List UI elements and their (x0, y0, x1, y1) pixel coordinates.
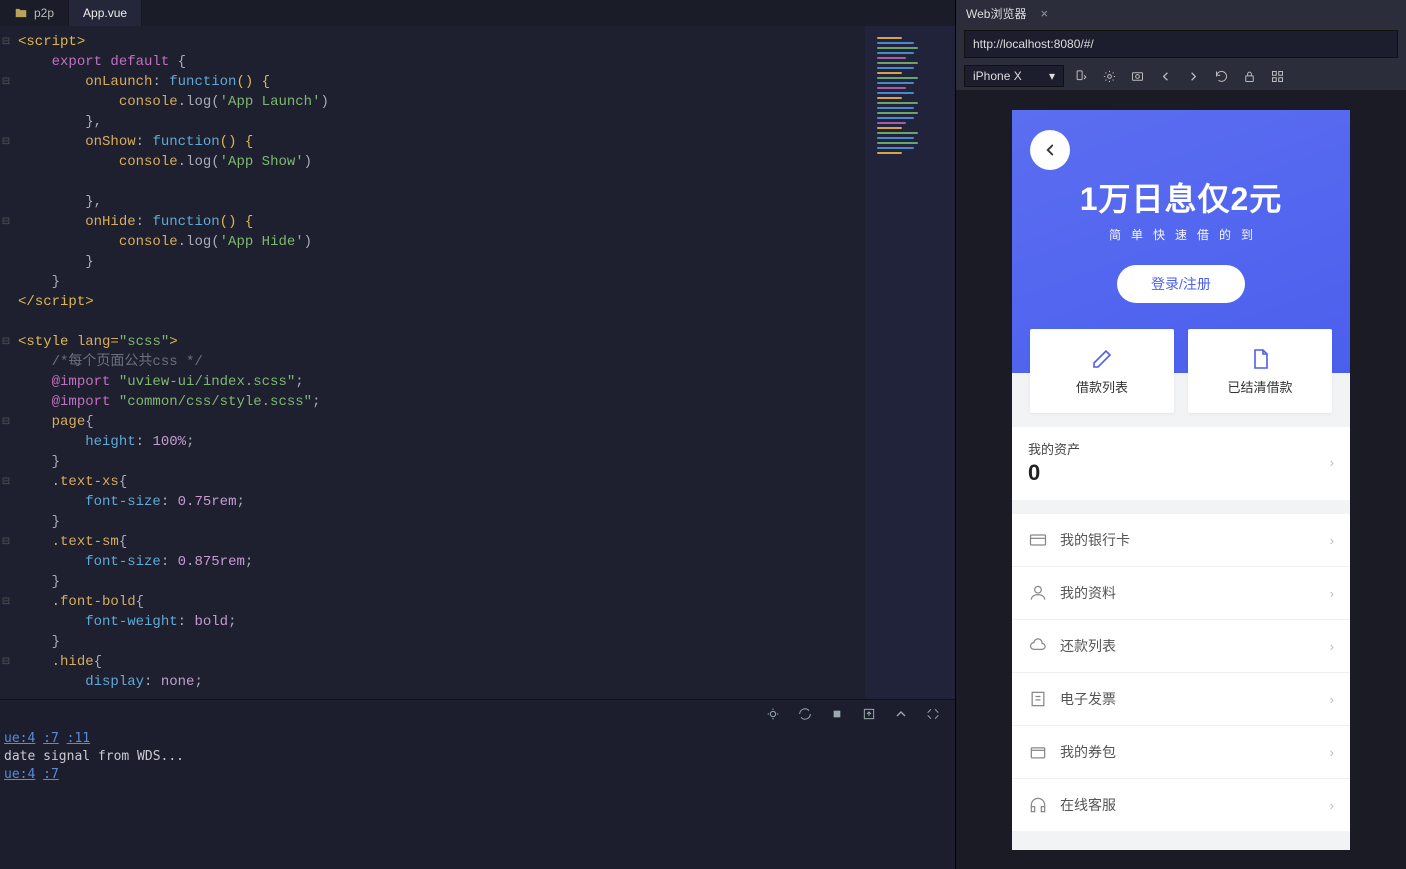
preview-area: 1万日息仅2元 简单快速借的到 登录/注册 借款列表 已结清借款 我的资产 0 (956, 90, 1406, 869)
terminal-panel: ue:4 :7 :11 date signal from WDS... ue:4… (0, 699, 955, 869)
fold-gutter: ⊟⊟ ⊟ ⊟ ⊟ ⊟ ⊟ ⊟ ⊟ ⊟ (0, 26, 18, 699)
menu-list: 我的银行卡 › 我的资料 › 还款列表 › 电子发票 › 我的券包 › (1012, 514, 1350, 831)
user-icon (1028, 583, 1048, 603)
term-reload-icon[interactable] (797, 706, 813, 722)
back-button[interactable] (1030, 130, 1070, 170)
receipt-icon (1028, 689, 1048, 709)
chevron-right-icon: › (1330, 586, 1334, 601)
hero-subtitle: 简单快速借的到 (1030, 226, 1332, 243)
term-collapse-icon[interactable] (893, 706, 909, 722)
browser-tab-title: Web浏览器 (966, 5, 1026, 22)
asset-value: 0 (1028, 460, 1080, 486)
chevron-right-icon: › (1330, 533, 1334, 548)
chevron-right-icon: › (1330, 692, 1334, 707)
menu-item-invoice[interactable]: 电子发票 › (1012, 673, 1350, 726)
qr-icon[interactable] (1266, 65, 1288, 87)
term-stop-icon[interactable] (829, 706, 845, 722)
back-arrow-icon[interactable] (1154, 65, 1176, 87)
asset-title: 我的资产 (1028, 439, 1080, 458)
address-bar[interactable]: http://localhost:8080/#/ (964, 30, 1398, 58)
tab-project[interactable]: p2p (0, 0, 69, 26)
headset-icon (1028, 795, 1048, 815)
forward-arrow-icon[interactable] (1182, 65, 1204, 87)
folder-icon (14, 6, 28, 20)
term-export-icon[interactable] (861, 706, 877, 722)
chevron-right-icon: › (1330, 639, 1334, 654)
menu-item-bankcard[interactable]: 我的银行卡 › (1012, 514, 1350, 567)
card-loan-list[interactable]: 借款列表 (1030, 329, 1174, 413)
login-button[interactable]: 登录/注册 (1117, 265, 1245, 303)
close-icon[interactable]: × (1040, 6, 1048, 21)
editor-tabs: p2p App.vue (0, 0, 955, 26)
browser-toolbar: iPhone X ▾ (956, 62, 1406, 90)
chevron-down-icon: ▾ (1049, 69, 1055, 83)
cloud-icon (1028, 636, 1048, 656)
tab-file-label: App.vue (83, 6, 127, 20)
term-fullscreen-icon[interactable] (925, 706, 941, 722)
screenshot-icon[interactable] (1126, 65, 1148, 87)
url-text: http://localhost:8080/#/ (973, 37, 1094, 51)
chevron-right-icon: › (1330, 745, 1334, 760)
menu-item-support[interactable]: 在线客服 › (1012, 779, 1350, 831)
hero-title: 1万日息仅2元 (1030, 174, 1332, 220)
reload-icon[interactable] (1210, 65, 1232, 87)
menu-item-coupons[interactable]: 我的券包 › (1012, 726, 1350, 779)
menu-item-repayment[interactable]: 还款列表 › (1012, 620, 1350, 673)
chevron-right-icon: › (1330, 455, 1334, 470)
chevron-right-icon: › (1330, 798, 1334, 813)
tab-project-label: p2p (34, 6, 54, 20)
device-selector[interactable]: iPhone X ▾ (964, 65, 1064, 87)
card-icon (1028, 530, 1048, 550)
editor[interactable]: ⊟⊟ ⊟ ⊟ ⊟ ⊟ ⊟ ⊟ ⊟ ⊟ <script> export defau… (0, 26, 955, 699)
edit-icon (1090, 347, 1114, 371)
card-settled[interactable]: 已结清借款 (1188, 329, 1332, 413)
browser-tab[interactable]: Web浏览器 × (956, 0, 1406, 26)
menu-item-profile[interactable]: 我的资料 › (1012, 567, 1350, 620)
minimap[interactable] (865, 26, 955, 699)
settings-icon[interactable] (1098, 65, 1120, 87)
document-icon (1248, 347, 1272, 371)
wallet-icon (1028, 742, 1048, 762)
action-cards: 借款列表 已结清借款 (1030, 329, 1332, 413)
asset-row[interactable]: 我的资产 0 › (1012, 427, 1350, 500)
code-area[interactable]: <script> export default { onLaunch: func… (18, 26, 865, 699)
lock-icon[interactable] (1238, 65, 1260, 87)
term-bug-icon[interactable] (765, 706, 781, 722)
phone-frame: 1万日息仅2元 简单快速借的到 登录/注册 借款列表 已结清借款 我的资产 0 (1012, 110, 1350, 850)
tab-file[interactable]: App.vue (69, 0, 142, 26)
rotate-icon[interactable] (1070, 65, 1092, 87)
